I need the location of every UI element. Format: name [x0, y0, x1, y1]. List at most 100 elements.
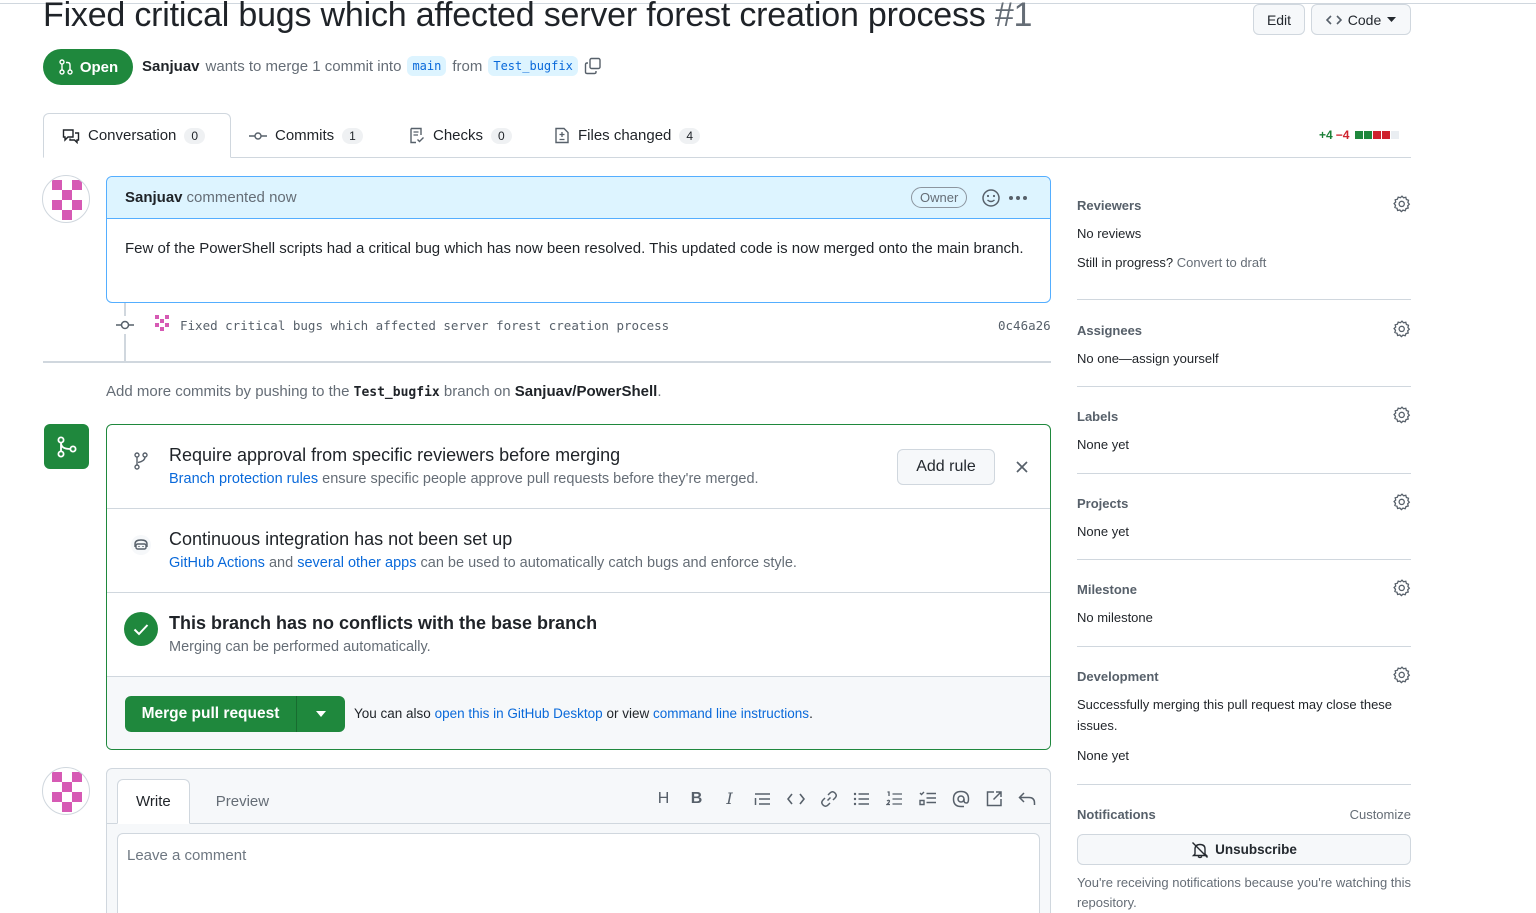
comment-author[interactable]: Sanjuav	[125, 189, 183, 206]
add-rule-label: Add rule	[916, 458, 976, 475]
heading-icon[interactable]: H	[654, 789, 673, 808]
gear-icon[interactable]	[1393, 406, 1411, 424]
identicon-small-icon	[155, 315, 169, 331]
task-list-icon[interactable]	[918, 789, 937, 808]
smiley-icon[interactable]	[981, 188, 1001, 208]
comment-textarea[interactable]: Leave a comment	[117, 833, 1040, 913]
pull-request-icon	[59, 59, 73, 75]
merge-pull-request-button[interactable]: Merge pull request	[125, 696, 345, 732]
tab-conversation[interactable]: Conversation 0	[43, 113, 231, 158]
merge-button-label[interactable]: Merge pull request	[125, 696, 297, 732]
commit-message[interactable]: Fixed critical bugs which affected serve…	[180, 318, 669, 333]
reviewers-value: No reviews	[1077, 226, 1142, 241]
head-branch[interactable]: Test_bugfix	[488, 56, 578, 76]
conflicts-title: This branch has no conflicts with the ba…	[169, 613, 598, 633]
open-desktop-link[interactable]: open this in GitHub Desktop	[435, 706, 603, 721]
conflicts-section: This branch has no conflicts with the ba…	[107, 593, 1050, 677]
merge-status-icon	[44, 424, 89, 469]
pr-author[interactable]: Sanjuav	[142, 58, 200, 75]
sidebar-milestone: Milestone No milestone	[1077, 579, 1411, 628]
tab-preview[interactable]: Preview	[198, 779, 287, 824]
avatar[interactable]	[42, 175, 90, 223]
assignees-title[interactable]: Assignees	[1077, 323, 1411, 338]
tab-files-changed[interactable]: Files changed 4	[536, 113, 718, 158]
branch-protection-title: Require approval from specific reviewers…	[169, 445, 621, 465]
composer-tabs: Write Preview	[117, 779, 287, 824]
tab-write[interactable]: Write	[117, 779, 190, 824]
convert-to-draft-link[interactable]: Convert to draft	[1177, 255, 1267, 270]
assignees-value[interactable]: No one—assign yourself	[1077, 348, 1411, 369]
pr-title: Fixed critical bugs which affected serve…	[43, 0, 1032, 35]
push-note-repo[interactable]: Sanjuav/PowerShell	[515, 383, 658, 400]
copy-icon[interactable]	[584, 57, 602, 75]
tab-commits[interactable]: Commits 1	[231, 113, 381, 158]
reviewers-title[interactable]: Reviewers	[1077, 198, 1411, 213]
ci-title: Continuous integration has not been set …	[169, 529, 513, 549]
code-button[interactable]: Code	[1311, 4, 1411, 35]
ci-desc: can be used to automatically catch bugs …	[420, 555, 797, 571]
sidebar-development: Development Successfully merging this pu…	[1077, 666, 1411, 766]
close-icon[interactable]	[1016, 461, 1028, 473]
edit-button[interactable]: Edit	[1253, 4, 1305, 35]
ordered-list-icon[interactable]	[885, 789, 904, 808]
diffstat-deletions: −4	[1335, 128, 1350, 142]
other-apps-link[interactable]: several other apps	[297, 555, 416, 571]
branch-protection-rules-link[interactable]: Branch protection rules	[169, 471, 318, 487]
quote-icon[interactable]	[753, 789, 772, 808]
cross-reference-icon[interactable]	[984, 789, 1003, 808]
avatar[interactable]	[42, 767, 90, 815]
checklist-icon	[410, 127, 424, 144]
push-note-prefix: Add more commits by pushing to the	[106, 383, 350, 400]
comment-header: Sanjuav commented now Owner	[107, 177, 1050, 219]
convert-draft-row: Still in progress? Convert to draft	[1077, 252, 1411, 273]
push-note-suffix: .	[657, 383, 662, 400]
gear-icon[interactable]	[1393, 579, 1411, 597]
robot-icon	[131, 535, 151, 555]
code-icon[interactable]	[786, 789, 805, 808]
ci-and-text: and	[268, 555, 294, 571]
unsubscribe-button[interactable]: Unsubscribe	[1077, 834, 1411, 865]
gear-icon[interactable]	[1393, 320, 1411, 338]
gear-icon[interactable]	[1393, 493, 1411, 511]
projects-title[interactable]: Projects	[1077, 496, 1411, 511]
sidebar-divider	[1077, 299, 1411, 300]
sidebar-reviewers: Reviewers No reviews Still in progress? …	[1077, 195, 1411, 273]
command-line-link[interactable]: command line instructions	[653, 706, 809, 721]
pr-number: #1	[994, 0, 1033, 34]
tab-files-changed-count: 4	[679, 127, 701, 144]
pr-state-label: Open	[79, 58, 119, 76]
unsubscribe-label: Unsubscribe	[1215, 842, 1297, 857]
diffstat-additions: +4	[1319, 128, 1333, 142]
development-title[interactable]: Development	[1077, 669, 1411, 684]
customize-link[interactable]: Customize	[1350, 807, 1411, 822]
development-value: None yet	[1077, 748, 1130, 763]
labels-title[interactable]: Labels	[1077, 409, 1411, 424]
github-actions-link[interactable]: GitHub Actions	[169, 555, 265, 571]
ci-section: Continuous integration has not been set …	[107, 509, 1050, 593]
add-rule-button[interactable]: Add rule	[897, 449, 995, 485]
file-diff-icon	[555, 127, 569, 144]
bold-icon[interactable]: B	[687, 789, 706, 808]
reply-icon[interactable]	[1017, 789, 1036, 808]
kebab-horizontal-icon[interactable]	[1008, 195, 1028, 201]
milestone-title[interactable]: Milestone	[1077, 582, 1411, 597]
tab-checks[interactable]: Checks 0	[391, 113, 530, 158]
mention-icon[interactable]	[951, 789, 970, 808]
gear-icon[interactable]	[1393, 195, 1411, 213]
triangle-down-icon	[316, 711, 326, 717]
commit-sha[interactable]: 0c46a26	[998, 318, 1051, 333]
branch-protection-desc: ensure specific people approve pull requ…	[322, 471, 759, 487]
branch-protection-sub: Branch protection rules ensure specific …	[169, 471, 759, 487]
git-merge-icon	[57, 436, 76, 457]
tab-commits-count: 1	[342, 127, 363, 144]
merge-method-dropdown[interactable]	[297, 696, 345, 732]
link-icon[interactable]	[819, 789, 838, 808]
comment-time[interactable]: commented now	[187, 189, 297, 206]
gear-icon[interactable]	[1393, 666, 1411, 684]
unordered-list-icon[interactable]	[852, 789, 871, 808]
commit-avatar[interactable]	[152, 314, 172, 334]
italic-icon[interactable]: I	[720, 789, 739, 808]
merge-info: Sanjuav wants to merge 1 commit into mai…	[142, 56, 602, 76]
base-branch[interactable]: main	[407, 56, 447, 76]
identicon-icon	[52, 772, 82, 812]
